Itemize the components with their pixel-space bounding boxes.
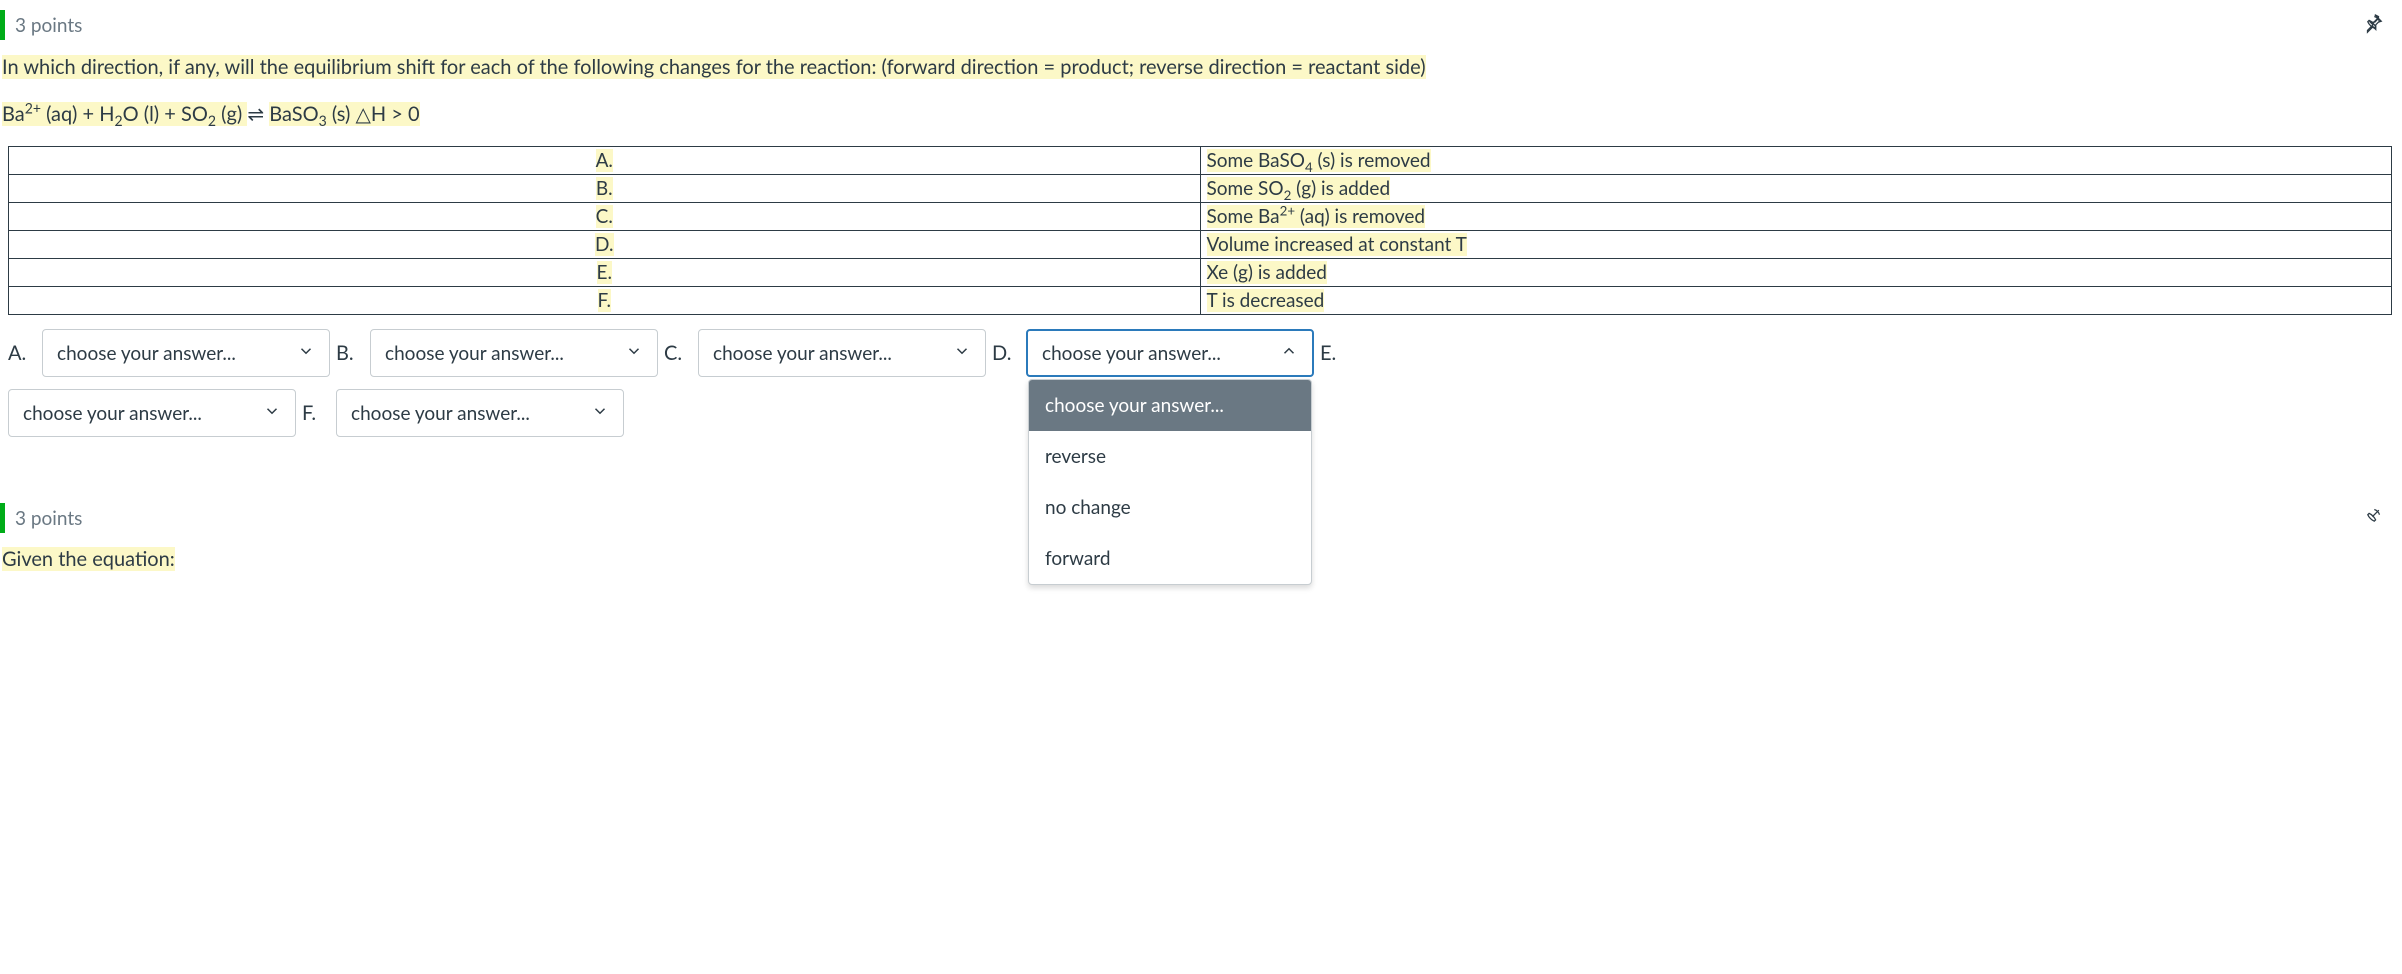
- chevron-down-icon: [297, 342, 315, 365]
- answer-item: D. choose your answer...choose your answe…: [992, 329, 1314, 377]
- row-description-text: Volume increased at constant T: [1207, 233, 1467, 256]
- row-description-text: T is decreased: [1207, 289, 1325, 312]
- row-description: T is decreased: [1200, 287, 2392, 315]
- points-text: 3 points: [15, 507, 82, 530]
- row-description: Xe (g) is added: [1200, 259, 2392, 287]
- table-row: A. Some BaSO4 (s) is removed: [9, 147, 2392, 175]
- row-description-text: Some BaSO4 (s) is removed: [1207, 149, 1431, 172]
- answer-dropdown[interactable]: choose your answer...: [370, 329, 658, 377]
- question-1: 3 points In which direction, if any, wil…: [0, 0, 2402, 443]
- dropdown-list: choose your answer...reverseno changefor…: [1028, 379, 1312, 585]
- answer-dropdown[interactable]: choose your answer...: [42, 329, 330, 377]
- row-label-text: D.: [595, 233, 614, 256]
- answer-dropdown[interactable]: choose your answer...: [698, 329, 986, 377]
- answer-dropdown[interactable]: choose your answer...: [8, 389, 296, 437]
- question-indicator-bar: [0, 10, 5, 40]
- row-label: A.: [9, 147, 1201, 175]
- question-prompt: In which direction, if any, will the equ…: [0, 50, 2402, 84]
- row-label: F.: [9, 287, 1201, 315]
- dropdown-selected-text: choose your answer...: [351, 402, 530, 425]
- dropdown-selected-text: choose your answer...: [385, 342, 564, 365]
- points-row: 3 points: [0, 0, 2402, 50]
- table-row: D. Volume increased at constant T: [9, 231, 2392, 259]
- row-label-text: A.: [596, 149, 613, 172]
- chevron-down-icon: [953, 342, 971, 365]
- row-label: D.: [9, 231, 1201, 259]
- answer-item: choose your answer...: [8, 389, 296, 437]
- table-row: F. T is decreased: [9, 287, 2392, 315]
- answer-row-1: A. choose your answer... B. choose your ans…: [8, 329, 2394, 377]
- points-text: 3 points: [15, 14, 82, 37]
- changes-table: A. Some BaSO4 (s) is removed B. Some SO2 (g…: [8, 146, 2392, 315]
- question-prompt-text: In which direction, if any, will the equ…: [2, 55, 1426, 79]
- dropdown-selected-text: choose your answer...: [1042, 342, 1221, 365]
- answer-label: F.: [302, 401, 328, 425]
- answer-item: B. choose your answer...: [336, 329, 658, 377]
- answer-label: D.: [992, 341, 1018, 365]
- reaction-equation: Ba2+ (aq) + H2O (l) + SO2 (g) ⇌ BaSO3 (s…: [0, 84, 2402, 142]
- row-label: B.: [9, 175, 1201, 203]
- row-description-text: Some Ba2+ (aq) is removed: [1207, 205, 1426, 228]
- chevron-down-icon: [591, 402, 609, 425]
- answer-label: C.: [664, 341, 690, 365]
- answer-item: E.: [1320, 341, 1346, 365]
- dropdown-option[interactable]: forward: [1029, 533, 1311, 584]
- answer-item: A. choose your answer...: [8, 329, 330, 377]
- row-label-text: C.: [596, 205, 613, 228]
- answer-item: C. choose your answer...: [664, 329, 986, 377]
- row-description: Some Ba2+ (aq) is removed: [1200, 203, 2392, 231]
- equation-part-3: BaSO3 (s): [269, 102, 355, 126]
- pin-icon[interactable]: [2362, 505, 2384, 532]
- dropdown-selected-text: choose your answer...: [713, 342, 892, 365]
- row-label: C.: [9, 203, 1201, 231]
- chevron-down-icon: [625, 342, 643, 365]
- question-indicator-bar: [0, 503, 5, 533]
- answer-area: A. choose your answer... B. choose your ans…: [0, 323, 2402, 443]
- row-description-text: Some SO2 (g) is added: [1207, 177, 1391, 200]
- dropdown-option[interactable]: choose your answer...: [1029, 380, 1311, 431]
- points-left: 3 points: [0, 503, 82, 533]
- dropdown-selected-text: choose your answer...: [57, 342, 236, 365]
- points-left: 3 points: [0, 10, 82, 40]
- row-description: Some BaSO4 (s) is removed: [1200, 147, 2392, 175]
- row-label-text: E.: [597, 261, 612, 284]
- row-label-text: B.: [596, 177, 613, 200]
- table-row: E. Xe (g) is added: [9, 259, 2392, 287]
- answer-dropdown[interactable]: choose your answer...choose your answer.…: [1026, 329, 1314, 377]
- answer-item: F. choose your answer...: [302, 389, 624, 437]
- dropdown-option[interactable]: no change: [1029, 482, 1311, 533]
- table-row: B. Some SO2 (g) is added: [9, 175, 2392, 203]
- dropdown-selected-text: choose your answer...: [23, 402, 202, 425]
- answer-label: B.: [336, 341, 362, 365]
- row-label-text: F.: [598, 289, 611, 312]
- row-description: Volume increased at constant T: [1200, 231, 2392, 259]
- equation-part-4: △H > 0: [356, 102, 420, 126]
- row-description-text: Xe (g) is added: [1207, 261, 1327, 284]
- dropdown-option[interactable]: reverse: [1029, 431, 1311, 482]
- equation-part-2: SO2 (g): [181, 102, 247, 126]
- table-row: C. Some Ba2+ (aq) is removed: [9, 203, 2392, 231]
- answer-label: A.: [8, 341, 34, 365]
- chevron-up-icon: [1280, 342, 1298, 365]
- equation-part-1: Ba2+ (aq) + H2O (l) +: [2, 102, 181, 126]
- pin-icon[interactable]: [2362, 12, 2384, 39]
- row-label: E.: [9, 259, 1201, 287]
- answer-dropdown[interactable]: choose your answer...: [336, 389, 624, 437]
- changes-table-body: A. Some BaSO4 (s) is removed B. Some SO2 (g…: [9, 147, 2392, 315]
- answer-label: E.: [1320, 341, 1346, 365]
- chevron-down-icon: [263, 402, 281, 425]
- question-2-prompt-text: Given the equation:: [2, 547, 175, 571]
- equation-arrow: ⇌: [247, 102, 269, 126]
- row-description: Some SO2 (g) is added: [1200, 175, 2392, 203]
